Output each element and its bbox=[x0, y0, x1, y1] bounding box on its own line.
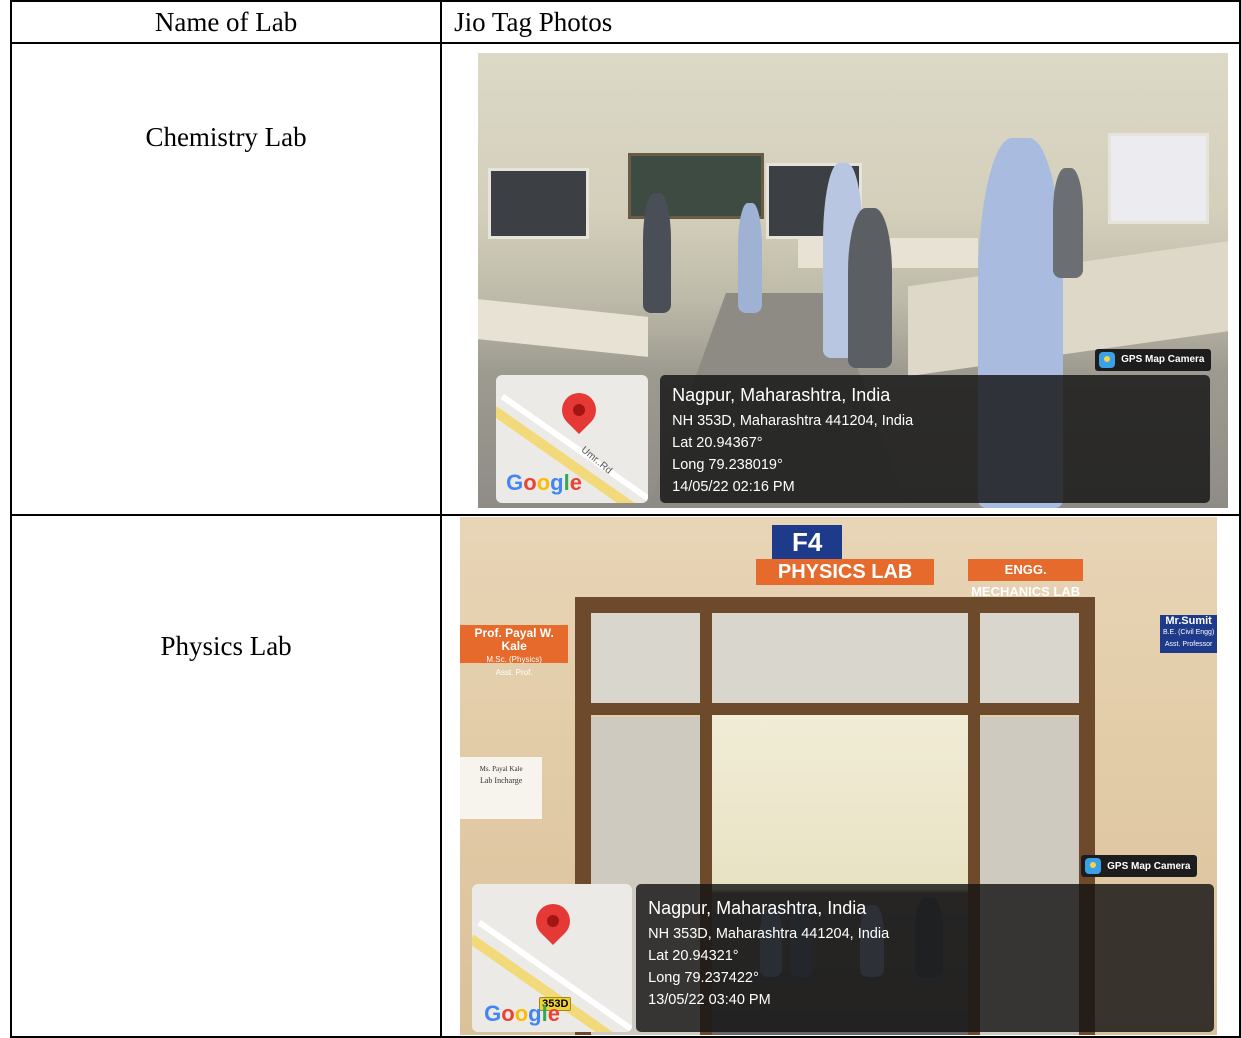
lab-photos-table: Name of Lab Jio Tag Photos Chemistry Lab bbox=[9, 0, 1241, 1038]
mr-designation: Asst. Professor bbox=[1164, 641, 1213, 648]
gps-latitude: Lat 20.94321° bbox=[648, 948, 739, 964]
gps-info-overlay: Nagpur, Maharashtra, India NH 353D, Maha… bbox=[660, 374, 1211, 503]
window bbox=[1108, 132, 1210, 224]
gps-datetime: 13/05/22 03:40 PM bbox=[648, 992, 771, 1008]
window bbox=[488, 167, 590, 239]
table-row: Physics Lab F4 PHYSICS LAB ENGG. MECHANI… bbox=[9, 514, 1241, 1038]
mr-qualification: B.E. (Civil Engg) bbox=[1162, 629, 1215, 636]
gps-camera-icon bbox=[1099, 351, 1116, 368]
gps-longitude: Long 79.237422° bbox=[648, 970, 759, 986]
map-pin-icon bbox=[529, 896, 578, 946]
gps-datetime: 14/05/22 02:16 PM bbox=[672, 478, 795, 495]
lab-name-physics: Physics Lab bbox=[9, 514, 443, 1038]
gps-address: NH 353D, Maharashtra 441204, India bbox=[648, 926, 890, 942]
notice-name: Ms. Payal Kale bbox=[479, 765, 523, 773]
mr-nameplate: Mr.Sumit B.E. (Civil Engg) Asst. Profess… bbox=[1160, 615, 1218, 653]
mini-map: 353D Google bbox=[472, 884, 633, 1032]
gps-camera-icon bbox=[1085, 858, 1102, 874]
map-pin-icon bbox=[555, 385, 604, 434]
student bbox=[1053, 167, 1084, 278]
gps-map-camera-badge: GPS Map Camera bbox=[1095, 348, 1211, 371]
gps-longitude: Long 79.238019° bbox=[672, 456, 783, 473]
notice-title: Lab Incharge bbox=[479, 776, 523, 785]
gps-city: Nagpur, Maharashtra, India bbox=[648, 898, 867, 918]
google-logo: Google bbox=[506, 469, 582, 495]
table-header-row: Name of Lab Jio Tag Photos bbox=[9, 0, 1241, 44]
prof-designation: Asst. Prof. bbox=[495, 668, 533, 677]
header-jio-tag-photos: Jio Tag Photos bbox=[440, 0, 1241, 44]
header-lab-name: Name of Lab bbox=[9, 0, 443, 44]
prof-nameplate: Prof. Payal W. Kale M.Sc. (Physics) Asst… bbox=[460, 625, 569, 677]
gps-map-camera-badge: GPS Map Camera bbox=[1081, 855, 1197, 877]
lab-incharge-notice: Ms. Payal Kale Lab Incharge bbox=[460, 757, 543, 819]
gps-badge-label: GPS Map Camera bbox=[1121, 354, 1205, 365]
gps-info-overlay: Nagpur, Maharashtra, India NH 353D, Maha… bbox=[636, 884, 1215, 1032]
mini-map: Umr..Rd Google bbox=[496, 374, 649, 503]
prof-name: Prof. Payal W. Kale bbox=[474, 626, 554, 653]
student bbox=[848, 207, 893, 368]
gps-city: Nagpur, Maharashtra, India bbox=[672, 384, 891, 405]
student bbox=[643, 192, 672, 313]
photo-cell: F4 PHYSICS LAB ENGG. MECHANICS LAB Prof.… bbox=[440, 514, 1241, 1038]
gps-latitude: Lat 20.94367° bbox=[672, 434, 763, 451]
mechanics-lab-sign: ENGG. MECHANICS LAB bbox=[968, 559, 1084, 599]
lab-bench bbox=[478, 298, 649, 357]
gps-badge-label: GPS Map Camera bbox=[1107, 860, 1191, 872]
google-logo: Google bbox=[484, 1001, 560, 1026]
prof-qualification: M.Sc. (Physics) bbox=[486, 655, 542, 664]
room-number-sign: F4 bbox=[772, 525, 843, 559]
physics-lab-photo: F4 PHYSICS LAB ENGG. MECHANICS LAB Prof.… bbox=[460, 517, 1218, 1035]
physics-lab-sign: PHYSICS LAB bbox=[756, 559, 935, 585]
gps-address: NH 353D, Maharashtra 441204, India bbox=[672, 412, 914, 429]
mr-name: Mr.Sumit bbox=[1165, 615, 1212, 627]
lab-name-chemistry: Chemistry Lab bbox=[9, 42, 443, 516]
photo-cell: GPS Map Camera Umr..Rd Google Nagpur, Ma… bbox=[440, 42, 1241, 516]
student bbox=[738, 202, 763, 313]
table-row: Chemistry Lab GPS Map Camera Umr..Rd Goo… bbox=[9, 42, 1241, 516]
chemistry-lab-photo: GPS Map Camera Umr..Rd Google Nagpur, Ma… bbox=[478, 52, 1229, 508]
